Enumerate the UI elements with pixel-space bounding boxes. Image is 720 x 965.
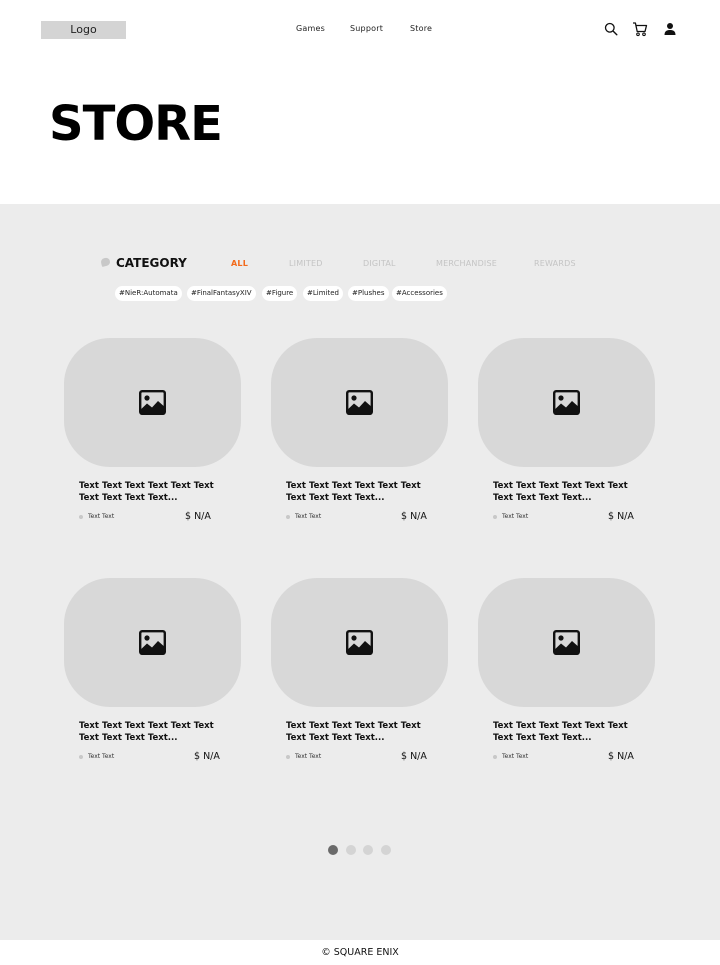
product-card[interactable]: Text Text Text Text Text Text Text Text … [64,338,242,538]
product-title[interactable]: Text Text Text Text Text Text Text Text … [493,721,643,744]
image-icon [553,390,580,415]
meta-dot [286,515,290,519]
product-title[interactable]: Text Text Text Text Text Text Text Text … [286,721,436,744]
meta-dot [286,755,290,759]
nav-store[interactable]: Store [410,24,432,33]
product-meta: Text Text [502,513,529,520]
image-icon [139,630,166,655]
product-price: $ N/A [194,751,220,762]
pagination-dot-1[interactable] [328,845,338,855]
meta-dot [79,755,83,759]
tab-all[interactable]: ALL [231,259,248,268]
product-price: $ N/A [185,511,211,522]
meta-dot [79,515,83,519]
search-icon[interactable] [604,21,620,37]
site-header: Logo Games Support Store [0,0,720,60]
meta-dot [493,755,497,759]
tag-limited[interactable]: #Limited [303,286,343,301]
product-meta: Text Text [502,753,529,760]
product-card[interactable]: Text Text Text Text Text Text Text Text … [478,578,656,778]
tag-final-fantasy-xiv[interactable]: #FinalFantasyXIV [187,286,256,301]
product-title[interactable]: Text Text Text Text Text Text Text Text … [493,481,643,504]
product-card[interactable]: Text Text Text Text Text Text Text Text … [271,338,449,538]
image-icon [139,390,166,415]
pagination-dot-3[interactable] [363,845,373,855]
product-card[interactable]: Text Text Text Text Text Text Text Text … [478,338,656,538]
pagination-dot-4[interactable] [381,845,391,855]
cart-icon[interactable] [632,21,648,37]
store-section [0,204,720,940]
product-meta: Text Text [295,513,322,520]
tag-figure[interactable]: #Figure [262,286,298,301]
product-image[interactable] [271,338,448,467]
tag-nier-automata[interactable]: #NieR:Automata [115,286,182,301]
image-icon [346,390,373,415]
product-title[interactable]: Text Text Text Text Text Text Text Text … [79,721,229,744]
product-meta: Text Text [295,753,322,760]
product-card[interactable]: Text Text Text Text Text Text Text Text … [271,578,449,778]
product-title[interactable]: Text Text Text Text Text Text Text Text … [286,481,436,504]
product-image[interactable] [478,578,655,707]
nav-support[interactable]: Support [350,24,383,33]
product-price: $ N/A [608,751,634,762]
tab-merchandise[interactable]: MERCHANDISE [436,259,497,268]
product-price: $ N/A [401,511,427,522]
product-meta: Text Text [88,513,115,520]
tag-plushes[interactable]: #Plushes [348,286,389,301]
product-image[interactable] [64,338,241,467]
product-image[interactable] [478,338,655,467]
nav-games[interactable]: Games [296,24,325,33]
product-price: $ N/A [401,751,427,762]
footer-copyright: © SQUARE ENIX [0,940,720,965]
image-icon [346,630,373,655]
category-label: CATEGORY [116,256,187,270]
product-price: $ N/A [608,511,634,522]
product-image[interactable] [271,578,448,707]
image-icon [553,630,580,655]
pagination-dot-2[interactable] [346,845,356,855]
product-card[interactable]: Text Text Text Text Text Text Text Text … [64,578,242,778]
product-image[interactable] [64,578,241,707]
tag-accessories[interactable]: #Accessories [392,286,447,301]
tab-rewards[interactable]: REWARDS [534,259,576,268]
product-title[interactable]: Text Text Text Text Text Text Text Text … [79,481,229,504]
product-meta: Text Text [88,753,115,760]
page-title: STORE [49,96,223,152]
tab-digital[interactable]: DIGITAL [363,259,396,268]
meta-dot [493,515,497,519]
tab-limited[interactable]: LIMITED [289,259,323,268]
user-icon[interactable] [663,21,679,37]
logo[interactable]: Logo [41,21,126,39]
